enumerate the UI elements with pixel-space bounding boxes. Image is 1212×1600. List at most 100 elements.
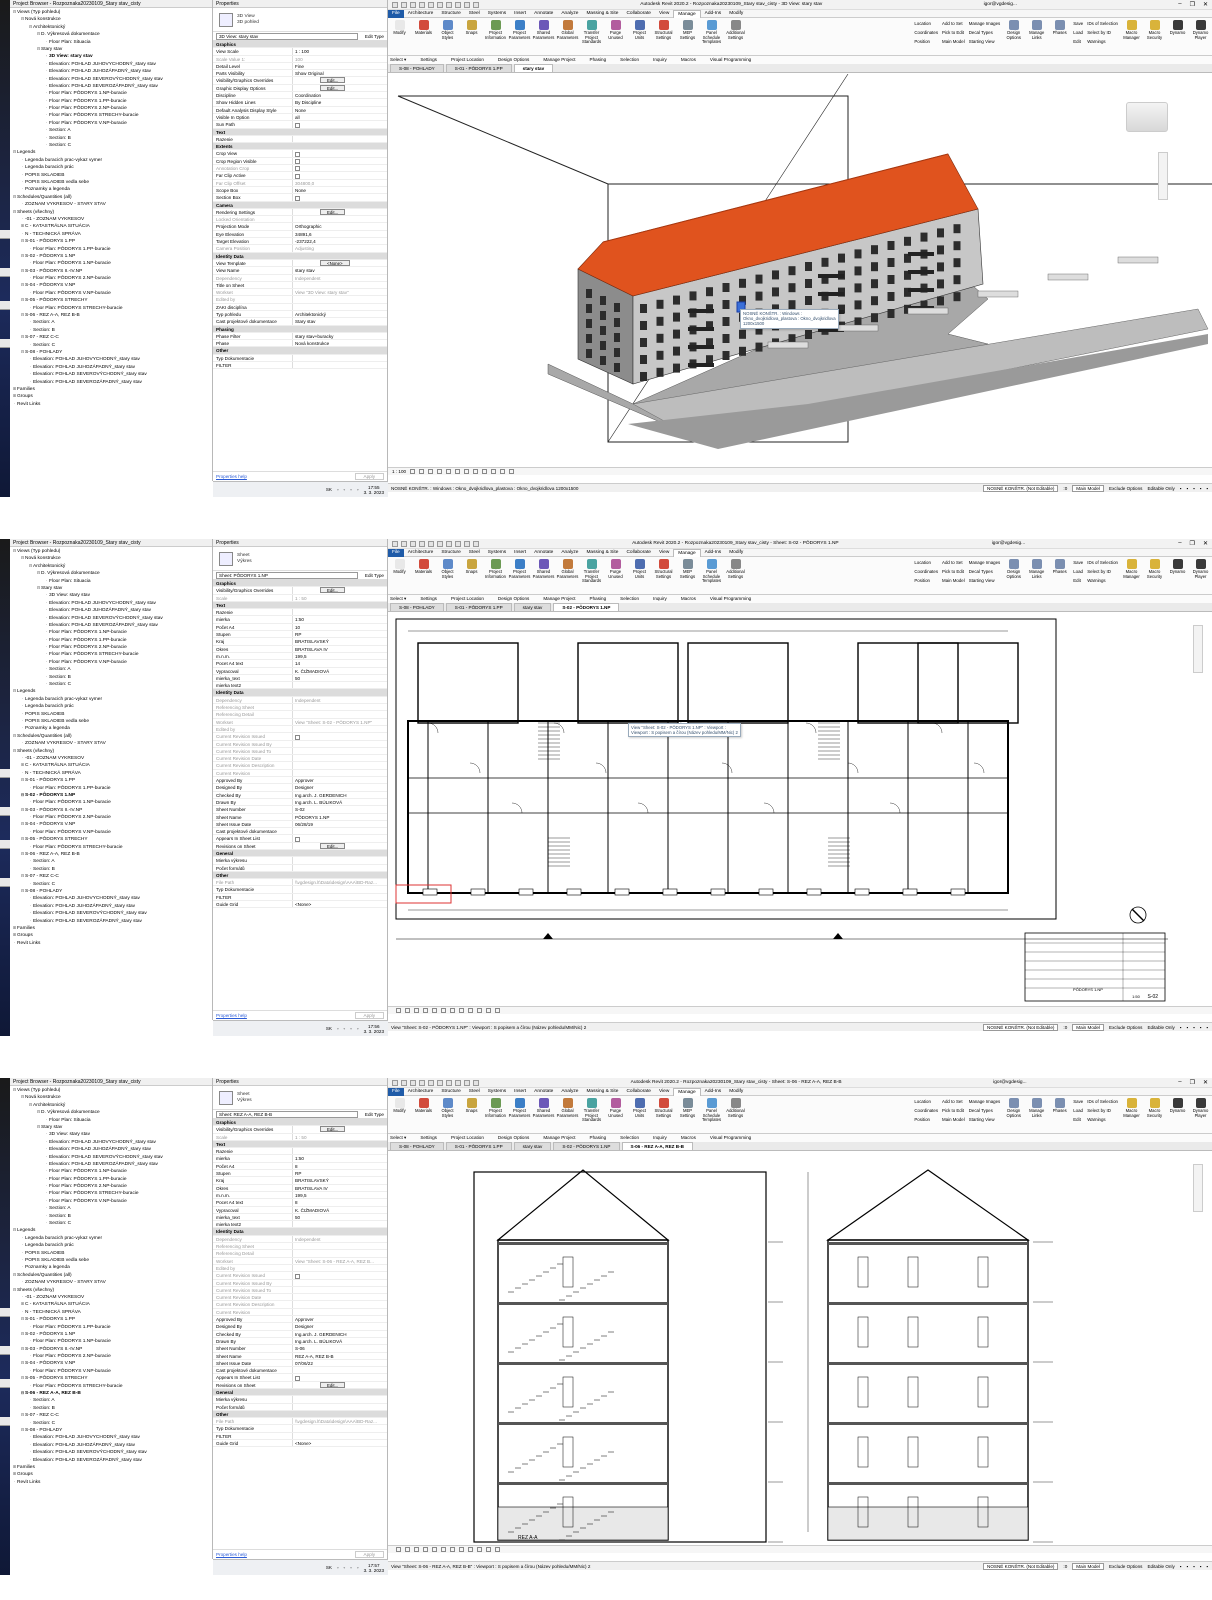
save-icon[interactable] — [410, 540, 416, 547]
exclude-options-toggle[interactable]: Exclude Options — [1109, 1564, 1142, 1569]
tool-transfer-project-standards[interactable]: Transfer Project Standards — [580, 1096, 603, 1133]
ribbon-tab[interactable]: View — [655, 1089, 673, 1094]
property-edit-button[interactable]: Edit... — [320, 842, 346, 849]
property-row[interactable]: View Name stary stav — [213, 267, 387, 275]
ribbon-list-item[interactable]: Pick to Edit — [942, 1106, 965, 1115]
property-value[interactable]: <None> — [293, 901, 387, 907]
browser-item[interactable]: · 3D View: stary stav — [10, 52, 212, 59]
property-value[interactable] — [293, 1309, 387, 1315]
ribbon-list-item[interactable]: Location — [914, 1097, 938, 1106]
browser-item[interactable]: · POPIS SKLADIEB — [10, 171, 212, 178]
view-control-icon[interactable] — [464, 469, 470, 474]
browser-item[interactable]: · Floor Plan: PÔDORYS 1.NP-buracie — [10, 798, 212, 805]
tool-materials[interactable]: Materials — [412, 1096, 435, 1133]
browser-item[interactable]: ⊟S-04 - PÔDORYS V.NP — [10, 820, 212, 827]
tool-object-styles[interactable]: Object Styles — [436, 18, 459, 55]
undo-icon[interactable] — [419, 1079, 425, 1086]
tool-project-parameters[interactable]: Project Parameters — [508, 557, 531, 594]
design-options-button[interactable]: Design Options — [1002, 557, 1025, 594]
tool-modify[interactable]: Modify — [388, 1096, 411, 1133]
browser-item[interactable]: · Floor Plan: PÔDORYS STRECHY-buracie — [10, 650, 212, 657]
browser-item[interactable]: · Floor Plan: PÔDORYS STRECHY-buracie — [10, 111, 212, 118]
property-row[interactable]: mierka text2 — [213, 682, 387, 690]
drag-icon[interactable]: ▪ — [1206, 486, 1208, 491]
property-row[interactable]: Appears In Sheet List — [213, 835, 387, 843]
browser-item[interactable]: · Elevation: POHLAD SEVEROVÝCHODNÝ_stary … — [10, 1153, 212, 1160]
browser-item[interactable]: ⊟S-08 - POHLADY — [10, 1426, 212, 1433]
property-row[interactable]: Show Hidden Lines By Discipline — [213, 99, 387, 107]
property-row[interactable]: Designed By Designer — [213, 1323, 387, 1331]
property-value[interactable]: <None> — [293, 259, 387, 266]
face-icon[interactable]: ▪ — [1200, 1025, 1202, 1030]
property-row[interactable]: File Path \\vgdesign.lt\Data\design\AAA\B… — [213, 879, 387, 887]
checkbox[interactable] — [295, 159, 300, 165]
browser-item[interactable]: · Section: A — [10, 665, 212, 672]
view-control-icon[interactable] — [405, 1547, 410, 1552]
ribbon-tab[interactable]: Insert — [510, 1089, 530, 1094]
browser-item[interactable]: · POPIS SKLADIEB — [10, 1249, 212, 1256]
ribbon-tab[interactable]: Insert — [510, 11, 530, 16]
ribbon-tab[interactable]: Structure — [437, 550, 464, 555]
property-row[interactable]: Eye Elevation 34891,6 — [213, 230, 387, 239]
ribbon-tab[interactable]: Steel — [465, 1089, 484, 1094]
browser-item[interactable]: · Elevation: POHLAD JUHOVYCHODNÝ_stary st… — [10, 1433, 212, 1440]
property-row[interactable]: Sheet Issue Date 07/06/22 — [213, 1359, 387, 1368]
tool-transfer-project-standards[interactable]: Transfer Project Standards — [580, 557, 603, 594]
property-edit-button[interactable]: Edit... — [320, 208, 346, 215]
link-icon[interactable]: ▪ — [1186, 1564, 1188, 1569]
browser-item[interactable]: · Floor Plan: PÔDORYS 1.NP-buracie — [10, 1337, 212, 1344]
browser-item[interactable]: · Section: A — [10, 318, 212, 325]
view-control-icon[interactable] — [414, 1008, 419, 1013]
browser-item[interactable]: · Section: B — [10, 865, 212, 872]
clock[interactable]: 17:56 3. 3. 2023 — [364, 1024, 384, 1034]
property-value[interactable]: Independent — [293, 1236, 387, 1242]
property-value[interactable]: RP — [293, 631, 387, 637]
browser-item[interactable]: · POPIS SKLADIEB vedla sebe — [10, 178, 212, 185]
property-row[interactable]: Current Revision Date — [213, 1294, 387, 1302]
property-value[interactable]: <None> — [293, 1440, 387, 1446]
chevron-up-icon[interactable]: ▫ — [337, 1565, 339, 1570]
browser-item[interactable]: ⊟Architektonický — [10, 23, 212, 30]
text-icon[interactable] — [473, 540, 479, 547]
save-icon[interactable] — [410, 1, 416, 8]
property-row[interactable]: Default Analysis Display Style None — [213, 106, 387, 114]
filter-icon[interactable]: ▪ — [1180, 486, 1182, 491]
property-value[interactable]: BRATISLAVSKÝ — [293, 638, 387, 644]
workset-selector[interactable]: NOSNÉ KONŠTR. (Not Editable) — [983, 1562, 1059, 1570]
browser-item[interactable]: ⊟S-07 - REZ C-C — [10, 872, 212, 879]
browser-item[interactable]: ⊟Stary stav — [10, 45, 212, 52]
browser-item[interactable]: ⊞C - KATASTRÁLNA SITUÁCIA — [10, 761, 212, 768]
speaker-icon[interactable]: ▫ — [350, 487, 352, 492]
tool-modify[interactable]: Modify — [388, 18, 411, 55]
tool-modify[interactable]: Modify — [388, 557, 411, 594]
ribbon-list-item[interactable]: Starting View — [969, 1115, 1001, 1124]
property-row[interactable]: Vypracoval K. ČIŽMADIOVÁ — [213, 1206, 387, 1214]
browser-item[interactable]: · Elevation: POHLAD SEVEROVÝCHODNÝ_stary … — [10, 909, 212, 916]
section-icon[interactable] — [464, 1079, 470, 1086]
browser-item[interactable]: · N - TECHNICKÁ SPRÁVA — [10, 769, 212, 776]
browser-item[interactable]: · Legenda buracich prac-vykaz vymer — [10, 695, 212, 702]
view-control-icon[interactable] — [509, 469, 515, 474]
view-control-icon[interactable] — [437, 469, 443, 474]
tool-object-styles[interactable]: Object Styles — [436, 557, 459, 594]
ribbon-list-item[interactable]: Add to Set — [942, 1097, 965, 1106]
macro-dynamo-button[interactable]: Dynamo — [1166, 557, 1189, 594]
property-value[interactable]: 34891,6 — [293, 231, 387, 237]
property-row[interactable]: Current Revision — [213, 1308, 387, 1317]
browser-item[interactable]: · Elevation: POHLAD JUHOZÁPADNÝ_stary sta… — [10, 363, 212, 370]
open-icon[interactable] — [401, 540, 407, 547]
ribbon-list-item[interactable]: IDs of Selection — [1087, 558, 1118, 567]
apply-button[interactable]: Apply — [354, 1012, 384, 1019]
tool-purge-unused[interactable]: Purge Unused — [604, 1096, 627, 1133]
properties-help-link[interactable]: Properties help — [216, 1552, 247, 1557]
property-row[interactable]: Typ Dokumentacie — [213, 1425, 387, 1433]
ribbon-list-item[interactable]: Manage Images — [969, 558, 1001, 567]
browser-item[interactable]: ⊟S-05 - PÔDORYS STRECHY — [10, 835, 212, 842]
ribbon-list-item[interactable]: Save — [1073, 19, 1083, 28]
ribbon-tab[interactable]: Analyze — [557, 550, 582, 555]
language-indicator[interactable]: SK — [326, 1026, 332, 1031]
property-row[interactable]: Sheet Issue Date 06/28/19 — [213, 820, 387, 829]
property-row[interactable]: Guide Grid <None> — [213, 901, 387, 909]
section-sheet[interactable]: REZ A-A — [388, 1152, 1212, 1544]
property-row[interactable]: Current Revision Issued — [213, 1272, 387, 1280]
